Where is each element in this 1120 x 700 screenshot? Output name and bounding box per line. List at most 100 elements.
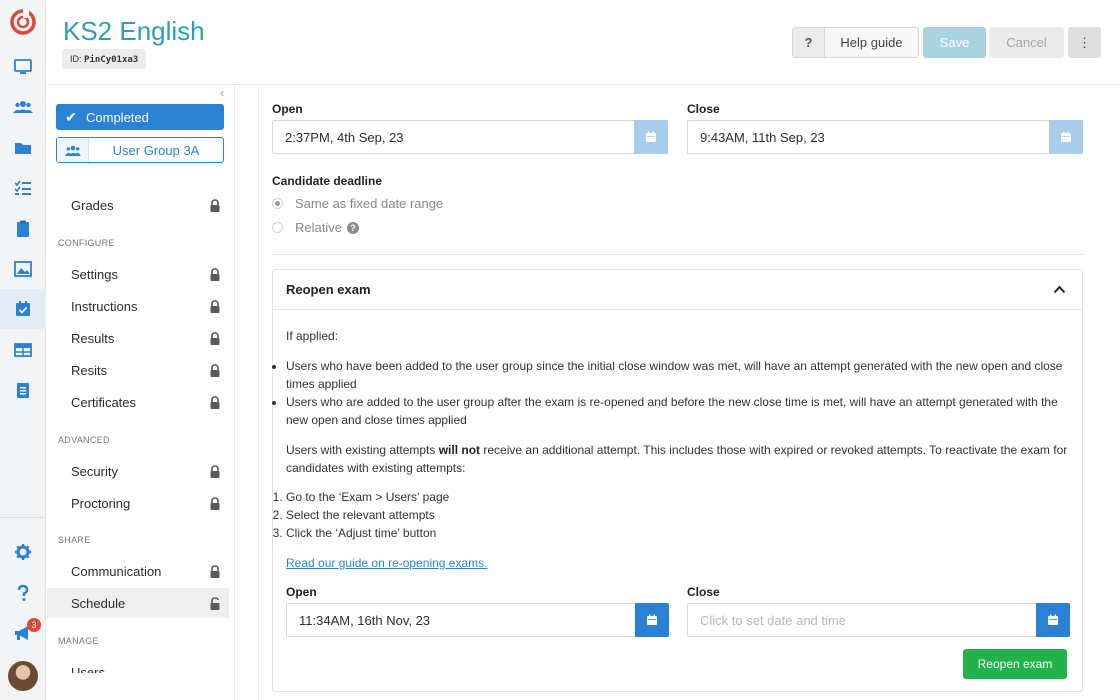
list-item: Users who have been added to the user gr… — [286, 357, 1071, 393]
nav-checklist[interactable] — [0, 168, 46, 208]
help-icon — [17, 584, 29, 601]
gear-icon — [15, 544, 31, 560]
reopen-note: Users with existing attempts will not re… — [286, 441, 1071, 477]
guide-link-row: Read our guide on re-opening exams. — [286, 554, 1071, 572]
close-date-value: 9:43AM, 11th Sep, 23 — [700, 129, 825, 145]
section-divider — [272, 254, 1083, 255]
help-question-button[interactable]: ? — [792, 27, 824, 58]
icon-rail: 3 — [0, 0, 46, 700]
reopen-open-calendar-button[interactable] — [635, 603, 669, 637]
close-calendar-button[interactable] — [1049, 120, 1083, 154]
sidebar-item-security[interactable]: Security — [47, 456, 229, 486]
sidebar-item-label: Results — [71, 330, 115, 346]
sidebar-item-communication[interactable]: Communication — [47, 556, 229, 586]
sidebar-item-resits[interactable]: Resits — [47, 355, 229, 385]
sidebar-item-label: Resits — [71, 362, 108, 378]
nav-table[interactable] — [0, 330, 46, 370]
save-button[interactable]: Save — [923, 27, 986, 58]
radio-label: Relative — [295, 220, 342, 235]
calendar-icon — [1061, 131, 1071, 142]
reopen-guide-link[interactable]: Read our guide on re-opening exams. — [286, 556, 487, 570]
nav-monitor[interactable] — [0, 47, 46, 87]
radio-label: Same as fixed date range — [295, 196, 444, 211]
radio-dot — [272, 198, 283, 209]
list-item: Go to the ‘Exam > Users’ page — [286, 488, 1071, 506]
list-item: Click the ‘Adjust time’ button — [286, 524, 1071, 542]
sidebar-item-users[interactable]: Users — [47, 657, 229, 673]
sidebar-item-label: Security — [71, 463, 118, 479]
more-options-button[interactable]: ⋮ — [1068, 27, 1101, 58]
open-label: Open — [272, 102, 303, 116]
section-share: SHARE — [58, 535, 91, 545]
report-icon — [17, 383, 29, 398]
reopen-open-date-value: 11:34AM, 16th Nov, 23 — [299, 612, 431, 628]
check-icon: ✔ — [65, 108, 77, 125]
section-configure: CONFIGURE — [58, 238, 115, 248]
reopen-intro: If applied: — [286, 329, 339, 343]
reopen-close-date-field[interactable]: Click to set date and time — [687, 603, 1070, 637]
list-item: Users who are added to the user group af… — [286, 393, 1071, 429]
user-group-button[interactable]: User Group 3A — [56, 137, 224, 163]
sidebar-item-certificates[interactable]: Certificates — [47, 387, 229, 417]
sidebar-item-results[interactable]: Results — [47, 323, 229, 353]
nav-settings[interactable] — [0, 532, 46, 572]
lock-icon — [210, 299, 220, 313]
reopen-open-date-field[interactable]: 11:34AM, 16th Nov, 23 — [286, 603, 669, 637]
nav-folder[interactable] — [0, 128, 46, 168]
list-item: Select the relevant attempts — [286, 506, 1071, 524]
exam-id-prefix: ID: — [70, 54, 82, 64]
nav-clipboard[interactable] — [0, 209, 46, 249]
sidebar-item-label: Grades — [71, 197, 114, 213]
gallery-icon — [14, 261, 32, 277]
radio-dot — [272, 222, 283, 233]
open-date-field[interactable]: 2:37PM, 4th Sep, 23 — [272, 120, 668, 154]
calendar-icon — [1048, 614, 1058, 625]
close-date-field[interactable]: 9:43AM, 11th Sep, 23 — [687, 120, 1083, 154]
open-date-value: 2:37PM, 4th Sep, 23 — [285, 129, 404, 145]
lock-icon — [210, 496, 220, 510]
reopen-open-label: Open — [286, 585, 317, 599]
nav-schedule[interactable] — [0, 289, 46, 329]
help-guide-button[interactable]: Help guide — [824, 27, 919, 58]
reopen-exam-button[interactable]: Reopen exam — [963, 649, 1067, 679]
checklist-icon — [14, 180, 31, 195]
nav-users[interactable] — [0, 87, 46, 127]
folder-icon — [15, 143, 31, 154]
radio-fixed-range[interactable]: Same as fixed date range — [272, 196, 443, 211]
nav-gallery[interactable] — [0, 249, 46, 289]
sidebar-item-proctoring[interactable]: Proctoring — [47, 488, 229, 518]
nav-report[interactable] — [0, 370, 46, 410]
schedule-main: Open 2:37PM, 4th Sep, 23 Close 9:43AM, 1… — [258, 86, 1098, 700]
help-icon[interactable]: ? — [346, 221, 359, 234]
sidebar-item-label: Certificates — [71, 394, 137, 410]
user-avatar[interactable] — [8, 661, 38, 691]
chevron-up-icon[interactable] — [1053, 285, 1066, 294]
cancel-button[interactable]: Cancel — [989, 27, 1064, 58]
sidebar-item-grades[interactable]: Grades — [47, 190, 229, 220]
note-prefix: Users with existing attempts — [286, 443, 439, 457]
status-completed-button[interactable]: ✔ Completed — [56, 104, 224, 130]
radio-relative[interactable]: Relative ? — [272, 220, 359, 235]
lock-icon — [210, 464, 220, 478]
collapse-sidebar-icon[interactable]: ‹ — [220, 86, 224, 100]
sidebar-item-label: Schedule — [71, 595, 126, 611]
open-calendar-button[interactable] — [634, 120, 668, 154]
nav-announcements[interactable] — [0, 613, 46, 653]
reopen-close-calendar-button[interactable] — [1036, 603, 1070, 637]
reopen-steps: Go to the ‘Exam > Users’ page Select the… — [286, 488, 1071, 542]
nav-help[interactable] — [0, 573, 46, 613]
lock-icon — [210, 198, 220, 212]
reopen-exam-header[interactable]: Reopen exam — [273, 270, 1082, 310]
reopen-close-placeholder: Click to set date and time — [700, 612, 846, 628]
sidebar-item-settings[interactable]: Settings — [47, 259, 229, 289]
users-icon — [13, 101, 33, 113]
page-header: KS2 English ID: PinCy01xa3 ? Help guide … — [47, 0, 1120, 85]
reopen-bullets: Users who have been added to the user gr… — [286, 357, 1071, 429]
sidebar-item-schedule[interactable]: Schedule — [47, 588, 229, 618]
lock-icon — [210, 564, 220, 578]
sidebar-item-instructions[interactable]: Instructions — [47, 291, 229, 321]
reopen-close-label: Close — [687, 585, 720, 599]
app-logo-icon[interactable] — [9, 8, 37, 36]
section-manage: MANAGE — [58, 636, 99, 646]
sidebar-item-label: Users — [71, 665, 105, 673]
